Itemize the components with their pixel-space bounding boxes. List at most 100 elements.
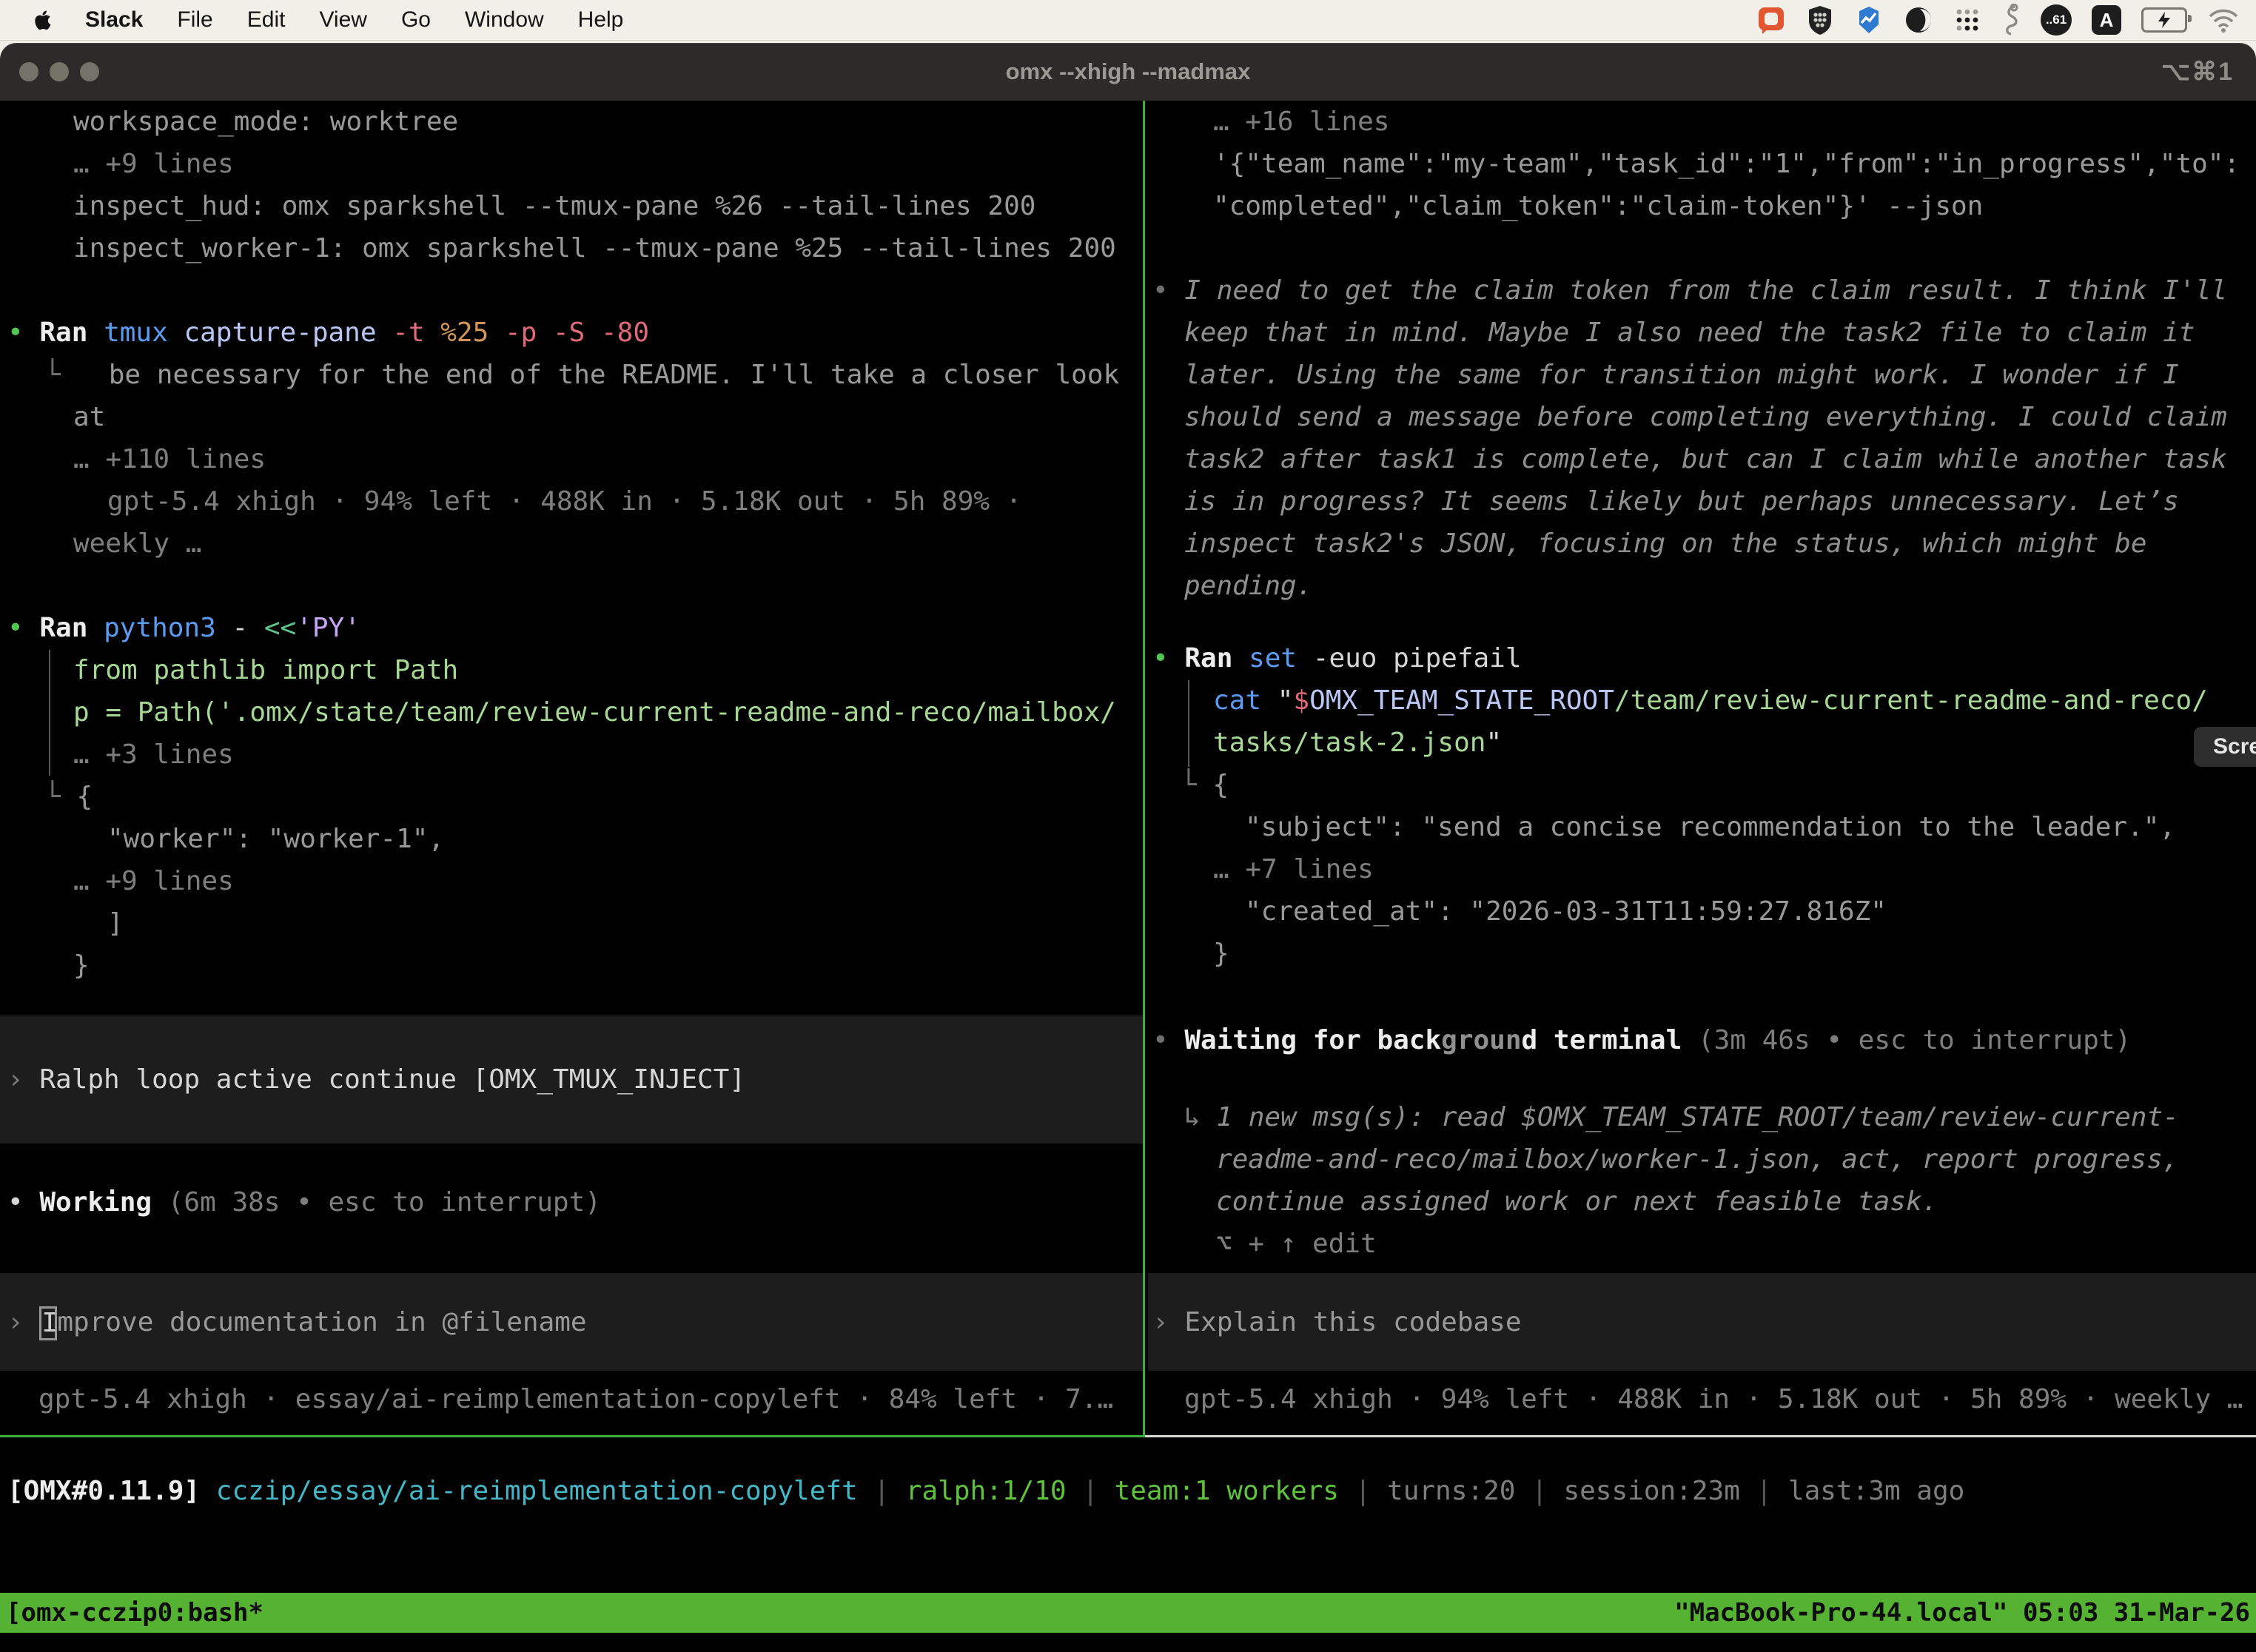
pane-bottom-border-active	[0, 1435, 1145, 1437]
window-title: omx --xhigh --madmax	[0, 58, 2256, 85]
omx-session-status-line: [OMX#0.11.9] cczip/essay/ai-reimplementa…	[0, 1470, 2256, 1512]
s-hook-icon[interactable]	[2001, 4, 2021, 36]
terminal-line: └ {	[1148, 764, 2256, 806]
terminal-line: "created_at": "2026-03-31T11:59:27.816Z"	[1148, 890, 2256, 933]
screenshot-tooltip-button[interactable]: Scre	[2194, 727, 2256, 767]
dots-grid-icon[interactable]	[1953, 6, 1981, 34]
terminal-line: inspect_worker-1: omx sparkshell --tmux-…	[0, 227, 1143, 269]
terminal-line: inspect task2's JSON, focusing on the st…	[1148, 523, 2256, 565]
close-window-button[interactable]	[19, 62, 38, 81]
terminal-line: from pathlib import Path	[0, 649, 1143, 691]
terminal-line: }	[1148, 933, 2256, 975]
menu-item-edit[interactable]: Edit	[230, 7, 303, 32]
menu-bar-left: Slack FileEditViewGoWindowHelp	[0, 7, 640, 33]
terminal-line: "completed","claim_token":"claim-token"}…	[1148, 185, 2256, 227]
menu-app-name[interactable]: Slack	[68, 7, 160, 33]
terminal-line: • I need to get the claim token from the…	[1148, 269, 2256, 312]
terminal-line: should send a message before completing …	[1148, 396, 2256, 438]
terminal-line: pending.	[1148, 565, 2256, 607]
terminal-line: … +16 lines	[1148, 101, 2256, 143]
timer-badge-icon[interactable]: ..61	[2041, 4, 2072, 36]
terminal-line: workspace_mode: worktree	[0, 101, 1143, 143]
menu-item-file[interactable]: File	[160, 7, 229, 32]
chat-app-icon[interactable]	[1756, 5, 1786, 35]
left-pane-model-status: gpt-5.4 xhigh · essay/ai-reimplementatio…	[0, 1378, 1143, 1420]
apple-menu-icon[interactable]	[31, 8, 55, 32]
screenshot-tooltip-label: Scre	[2213, 734, 2256, 759]
traffic-lights	[0, 62, 99, 81]
terminal-line: › Explain this codebase	[1148, 1301, 2256, 1343]
terminal-line: [OMX#0.11.9] cczip/essay/ai-reimplementa…	[0, 1470, 2256, 1512]
terminal-line: '{"team_name":"my-team","task_id":"1","f…	[1148, 143, 2256, 185]
terminal-line: gpt-5.4 xhigh · 94% left · 488K in · 5.1…	[1148, 1378, 2256, 1420]
terminal-line: ↳ 1 new msg(s): read $OMX_TEAM_STATE_ROO…	[1148, 1096, 2256, 1138]
terminal-line: └ {	[0, 776, 1143, 818]
terminal-line: … +110 lines	[0, 438, 1143, 480]
pane-bottom-border-inactive	[1145, 1435, 2256, 1437]
menu-bar: Slack FileEditViewGoWindowHelp ..61 A	[0, 0, 2256, 41]
terminal-line: cat "$OMX_TEAM_STATE_ROOT/team/review-cu…	[1148, 679, 2256, 722]
terminal-line: is in progress? It seems likely but perh…	[1148, 480, 2256, 523]
terminal-line: "subject": "send a concise recommendatio…	[1148, 806, 2256, 848]
terminal-line: └ be necessary for the end of the README…	[0, 354, 1143, 396]
terminal-line: … +3 lines	[0, 733, 1143, 776]
window-shortcut-hint: ⌥⌘1	[2161, 57, 2256, 87]
terminal-line: • Ran tmux capture-pane -t %25 -p -S -80	[0, 312, 1143, 354]
ralph-loop-banner: › Ralph loop active continue [OMX_TMUX_I…	[0, 1015, 1143, 1144]
terminal-line: later. Using the same for transition mig…	[1148, 354, 2256, 396]
terminal-line: ⌥ + ↑ edit	[1148, 1223, 2256, 1265]
keyboard-layout-letter: A	[2100, 9, 2114, 32]
menu-item-go[interactable]: Go	[384, 7, 448, 32]
terminal-line: keep that in mind. Maybe I also need the…	[1148, 312, 2256, 354]
terminal-line: task2 after task1 is complete, but can I…	[1148, 438, 2256, 480]
terminal-line: p = Path('.omx/state/team/review-current…	[0, 691, 1143, 733]
terminal-line: tasks/task-2.json"	[1148, 722, 2256, 764]
menu-bar-status-icons: ..61 A	[1756, 4, 2256, 36]
terminal-line: … +7 lines	[1148, 848, 2256, 890]
terminal-line: › Ralph loop active continue [OMX_TMUX_I…	[0, 1058, 1143, 1101]
working-status-row: • Working (6m 38s • esc to interrupt)	[0, 1181, 1143, 1223]
menu-item-view[interactable]: View	[302, 7, 383, 32]
keyboard-layout-icon[interactable]: A	[2092, 5, 2121, 35]
terminal-line: › Improve documentation in @filename	[0, 1301, 1143, 1343]
quote-connector-line	[1188, 680, 1189, 767]
terminal-line: • Ran set -euo pipefail	[1148, 637, 2256, 679]
terminal-line: inspect_hud: omx sparkshell --tmux-pane …	[0, 185, 1143, 227]
right-pane-model-status: gpt-5.4 xhigh · 94% left · 488K in · 5.1…	[1148, 1378, 2256, 1420]
timer-badge-label: ..61	[2046, 13, 2067, 27]
terminal-line: gpt-5.4 xhigh · 94% left · 488K in · 5.1…	[0, 480, 1143, 523]
prompt-input-left[interactable]: › Improve documentation in @filename	[0, 1273, 1143, 1371]
prompt-input-right[interactable]: › Explain this codebase	[1148, 1273, 2256, 1371]
menu-items: FileEditViewGoWindowHelp	[160, 7, 640, 33]
minimize-window-button[interactable]	[50, 62, 69, 81]
menu-item-help[interactable]: Help	[561, 7, 641, 32]
tmux-pane-right[interactable]: … +16 lines'{"team_name":"my-team","task…	[1148, 101, 2256, 1433]
terminal-line: at	[0, 396, 1143, 438]
menu-item-window[interactable]: Window	[448, 7, 561, 32]
moon-icon[interactable]	[1904, 5, 1933, 35]
stats-lightning-icon[interactable]	[1854, 5, 1884, 35]
tmux-host-clock: "MacBook-Pro-44.local" 05:03 31-Mar-26	[1674, 1598, 2256, 1628]
terminal-line: "worker": "worker-1",	[0, 818, 1143, 860]
zoom-window-button[interactable]	[80, 62, 99, 81]
tmux-status-bar: [omx-cczip0:bash* "MacBook-Pro-44.local"…	[0, 1593, 2256, 1633]
terminal-line: gpt-5.4 xhigh · essay/ai-reimplementatio…	[0, 1378, 1143, 1420]
terminal-line: }	[0, 944, 1143, 987]
window-title-bar: omx --xhigh --madmax ⌥⌘1	[0, 43, 2256, 101]
terminal-line: … +9 lines	[0, 143, 1143, 185]
quote-connector-line	[49, 650, 50, 776]
terminal-line: ]	[0, 902, 1143, 944]
tmux-session-name: [omx-cczip0:bash*	[0, 1598, 263, 1628]
terminal-line: readme-and-reco/mailbox/worker-1.json, a…	[1148, 1138, 2256, 1181]
wifi-icon[interactable]	[2207, 7, 2240, 33]
terminal-line: … +9 lines	[0, 860, 1143, 902]
pane-divider[interactable]	[1143, 101, 1145, 1435]
terminal-line: • Working (6m 38s • esc to interrupt)	[0, 1181, 1143, 1223]
shield-grid-icon[interactable]	[1806, 4, 1834, 36]
terminal-line: • Ran python3 - <<'PY'	[0, 607, 1143, 649]
battery-charging-icon[interactable]	[2141, 7, 2187, 33]
terminal-line: • Waiting for background terminal (3m 46…	[1148, 1019, 2256, 1061]
terminal-line: weekly …	[0, 523, 1143, 565]
terminal-window: workspace_mode: worktree… +9 linesinspec…	[0, 101, 2256, 1652]
tmux-pane-left[interactable]: workspace_mode: worktree… +9 linesinspec…	[0, 101, 1143, 1433]
